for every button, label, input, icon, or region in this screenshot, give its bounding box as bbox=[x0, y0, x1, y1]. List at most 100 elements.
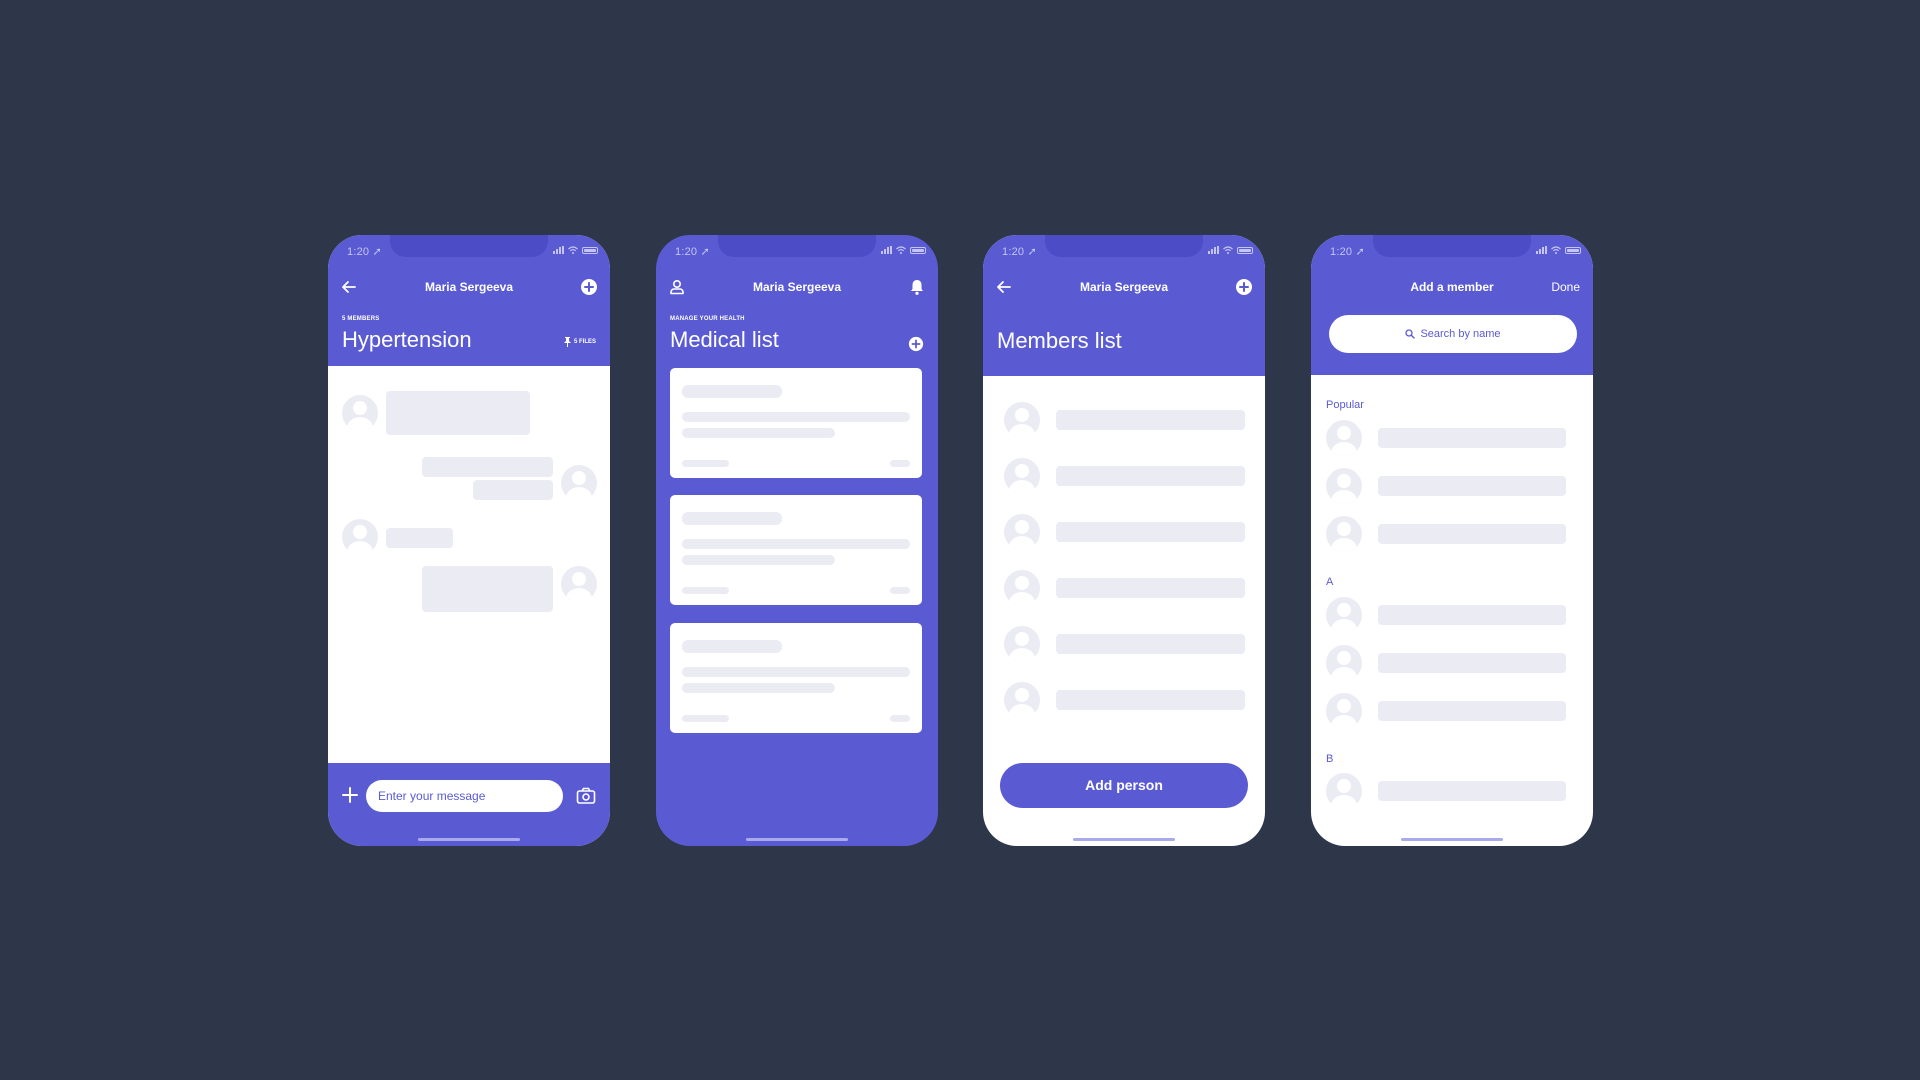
medical-header: 1:20 ➚ Maria Sergeeva MANAGE YOUR HEALTH… bbox=[656, 235, 938, 366]
nav-title: Maria Sergeeva bbox=[424, 280, 514, 294]
files-label: 5 FILES bbox=[573, 339, 596, 345]
section-label-b: B bbox=[1326, 753, 1334, 765]
skeleton-line bbox=[682, 539, 910, 549]
message-bubble bbox=[386, 528, 453, 548]
status-time: 1:20 ➚ bbox=[1002, 245, 1037, 258]
avatar bbox=[1004, 402, 1040, 438]
nav-bar: Maria Sergeeva bbox=[328, 277, 610, 297]
skeleton-name bbox=[1056, 522, 1245, 542]
avatar bbox=[1004, 682, 1040, 718]
status-time: 1:20 ➚ bbox=[1330, 245, 1365, 258]
avatar bbox=[342, 519, 378, 555]
camera-icon[interactable] bbox=[576, 787, 596, 805]
section-eyebrow: MANAGE YOUR HEALTH bbox=[670, 316, 745, 322]
battery-icon bbox=[1565, 246, 1581, 254]
notch bbox=[390, 235, 548, 257]
phone-add-member-screen: 1:20 ➚ Add a member Done Search by name … bbox=[1311, 235, 1593, 846]
status-icons bbox=[1208, 246, 1253, 254]
skeleton-name bbox=[1056, 410, 1245, 430]
page-title: Members list bbox=[997, 328, 1122, 353]
nav-bar: Maria Sergeeva bbox=[983, 277, 1265, 297]
status-time-text: 1:20 bbox=[1002, 246, 1025, 258]
skeleton-name bbox=[1378, 605, 1566, 625]
home-indicator bbox=[1401, 838, 1503, 841]
signal-icon bbox=[553, 246, 564, 254]
wifi-icon bbox=[1551, 246, 1561, 254]
avatar bbox=[1004, 514, 1040, 550]
skeleton-meta bbox=[682, 715, 729, 722]
skeleton-meta bbox=[890, 587, 910, 594]
wifi-icon bbox=[568, 246, 578, 254]
skeleton-name bbox=[1378, 781, 1566, 801]
add-circle-icon[interactable] bbox=[908, 336, 924, 352]
plus-icon[interactable] bbox=[341, 786, 359, 804]
files-badge[interactable]: 5 FILES bbox=[563, 337, 596, 347]
message-composer bbox=[328, 763, 610, 846]
skeleton-name bbox=[1056, 578, 1245, 598]
avatar bbox=[1326, 693, 1362, 729]
skeleton-name bbox=[1056, 690, 1245, 710]
skeleton-meta bbox=[682, 460, 729, 467]
home-indicator bbox=[1073, 838, 1175, 841]
medical-card[interactable] bbox=[670, 623, 922, 733]
avatar bbox=[1004, 626, 1040, 662]
wifi-icon bbox=[1223, 246, 1233, 254]
signal-icon bbox=[1208, 246, 1219, 254]
section-label-popular: Popular bbox=[1326, 399, 1364, 411]
skeleton-line bbox=[682, 683, 835, 693]
skeleton-line bbox=[682, 428, 835, 438]
battery-icon bbox=[582, 246, 598, 254]
skeleton-name bbox=[1378, 524, 1566, 544]
search-icon bbox=[1405, 329, 1416, 339]
nav-bar: Maria Sergeeva bbox=[656, 277, 938, 297]
signal-icon bbox=[881, 246, 892, 254]
avatar bbox=[561, 465, 597, 501]
skeleton-line bbox=[682, 412, 910, 422]
skeleton-name bbox=[1378, 476, 1566, 496]
message-bubble bbox=[422, 566, 553, 612]
members-count: 5 MEMBERS bbox=[342, 316, 380, 322]
members-header: 1:20 ➚ Maria Sergeeva Members list bbox=[983, 235, 1265, 376]
add-circle-icon[interactable] bbox=[1235, 278, 1253, 296]
search-placeholder: Search by name bbox=[1420, 328, 1501, 340]
medical-card[interactable] bbox=[670, 368, 922, 478]
skeleton-meta bbox=[682, 587, 729, 594]
battery-icon bbox=[1237, 246, 1253, 254]
avatar bbox=[1326, 516, 1362, 552]
add-member-header: 1:20 ➚ Add a member Done Search by name bbox=[1311, 235, 1593, 375]
signal-icon bbox=[1536, 246, 1547, 254]
skeleton-name bbox=[1378, 701, 1566, 721]
location-arrow-icon: ➚ bbox=[700, 246, 710, 258]
message-input[interactable] bbox=[366, 780, 563, 812]
skeleton-name bbox=[1378, 653, 1566, 673]
page-title: Medical list bbox=[670, 327, 779, 352]
medical-card[interactable] bbox=[670, 495, 922, 605]
avatar bbox=[342, 395, 378, 431]
nav-title: Maria Sergeeva bbox=[752, 280, 842, 294]
skeleton-meta bbox=[890, 460, 910, 467]
notch bbox=[1045, 235, 1203, 257]
bell-icon[interactable] bbox=[908, 278, 926, 296]
add-circle-icon[interactable] bbox=[580, 278, 598, 296]
status-time: 1:20 ➚ bbox=[347, 245, 382, 258]
avatar bbox=[1326, 420, 1362, 456]
pin-icon bbox=[563, 337, 571, 347]
skeleton-title bbox=[682, 640, 782, 653]
message-bubble bbox=[386, 391, 530, 435]
status-time-text: 1:20 bbox=[347, 246, 370, 258]
add-person-button[interactable]: Add person bbox=[1000, 763, 1248, 808]
done-button[interactable]: Done bbox=[1551, 280, 1580, 294]
nav-bar: Add a member Done bbox=[1311, 277, 1593, 297]
status-time-text: 1:20 bbox=[675, 246, 698, 258]
skeleton-meta bbox=[890, 715, 910, 722]
notch bbox=[1373, 235, 1531, 257]
avatar bbox=[1326, 773, 1362, 809]
phone-members-list-screen: 1:20 ➚ Maria Sergeeva Members list Add p… bbox=[983, 235, 1265, 846]
section-label-a: A bbox=[1326, 576, 1334, 588]
avatar bbox=[1326, 645, 1362, 681]
status-icons bbox=[1536, 246, 1581, 254]
nav-title: Maria Sergeeva bbox=[1079, 280, 1169, 294]
skeleton-title bbox=[682, 385, 782, 398]
search-input[interactable]: Search by name bbox=[1329, 315, 1577, 353]
chat-header: 1:20 ➚ Maria Sergeeva 5 MEMBERS Hyperten… bbox=[328, 235, 610, 366]
